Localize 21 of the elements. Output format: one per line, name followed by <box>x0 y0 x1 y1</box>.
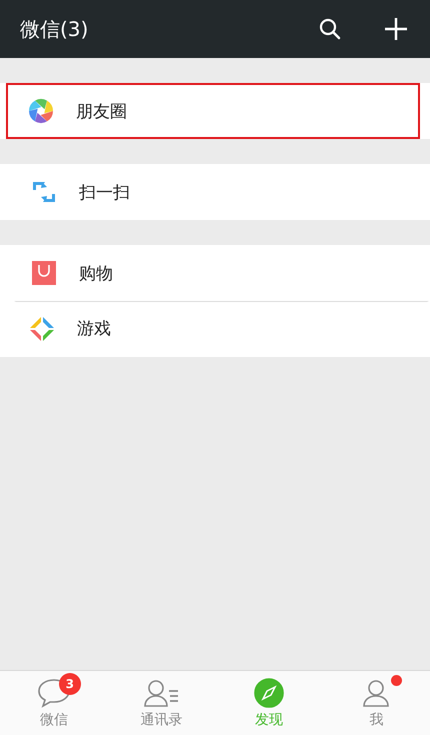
menu-item[interactable]: 朋友圈 <box>6 83 420 139</box>
menu-item-label: 购物 <box>79 262 113 284</box>
menu-item-label: 游戏 <box>77 318 111 340</box>
bag-icon <box>31 260 57 286</box>
aperture-icon <box>28 98 54 124</box>
contacts-icon <box>142 678 180 708</box>
menu-item[interactable]: 游戏 <box>14 301 429 357</box>
person-icon <box>361 678 392 708</box>
search-icon[interactable] <box>318 17 342 41</box>
header-title: 微信(3) <box>20 16 90 42</box>
arrows-icon <box>31 179 57 205</box>
tab[interactable]: 3 微信 <box>0 671 108 735</box>
menu-item-label: 扫一扫 <box>79 182 130 204</box>
menu-item[interactable]: 购物 <box>1 245 429 301</box>
menu-item-label: 朋友圈 <box>76 100 127 122</box>
diamond-icon <box>29 316 55 342</box>
compass-icon <box>254 678 284 708</box>
chat-icon <box>36 678 71 708</box>
add-icon[interactable] <box>384 17 408 41</box>
menu-item[interactable]: 扫一扫 <box>1 164 429 220</box>
unread-badge: 3 <box>58 673 81 695</box>
